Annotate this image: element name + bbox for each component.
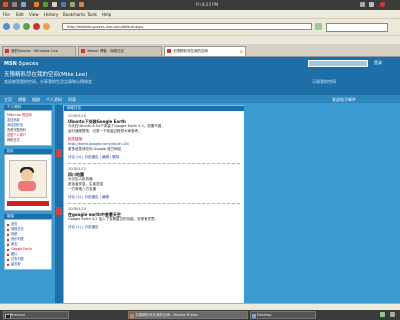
post-meta-links[interactable]: 评论 (2) | 引用通告 | 编辑 [68, 195, 240, 200]
post-extra-line: 更多信息请访问 Google 官方网站 [68, 147, 122, 151]
avatar[interactable] [9, 160, 47, 198]
list-item[interactable]: 留言板 [7, 262, 49, 267]
places-menu-icon[interactable] [12, 2, 17, 7]
taskbar-item-desktop[interactable]: Desktop [250, 311, 316, 319]
brand-spaces: Spaces [18, 61, 39, 67]
email-launcher-icon[interactable] [43, 2, 48, 7]
forward-icon[interactable] [13, 23, 20, 30]
terminal-icon [5, 313, 11, 318]
nav-home[interactable]: 主页 [4, 97, 12, 103]
subscribe-link[interactable]: 订阅我的空间 [312, 79, 336, 85]
post-body-line: Google Earth 4.2 加入了查看星空的功能，非常有意思。 [68, 217, 159, 221]
menu-edit[interactable]: Edit [16, 12, 24, 17]
brand-msn: MSN [4, 61, 17, 67]
avatar-face [21, 169, 33, 181]
files-launcher-icon[interactable] [70, 2, 75, 7]
sign-in-link[interactable]: 登录 [374, 60, 382, 66]
folder-icon [252, 313, 256, 318]
decor-block [56, 207, 62, 215]
back-icon[interactable] [3, 23, 10, 30]
tab-label: Yahoo! 博客 - 网络日志 [87, 49, 125, 53]
terminal-launcher-icon[interactable] [61, 2, 66, 7]
menu-history[interactable]: History [44, 12, 58, 17]
tab-favicon-icon [167, 49, 171, 53]
post-meta-links[interactable]: 评论 (0) | 引用通告 | 编辑 | 删除 [68, 155, 240, 160]
blog-subtitle: 欢迎来到我的空间，分享我的生活点滴和心得体会 [4, 79, 92, 84]
nav-lists[interactable]: 列表 [68, 97, 76, 103]
network-icon[interactable] [360, 2, 365, 7]
tab-label: 无限精彩尽在我的空间 [173, 49, 208, 53]
site-header: MSN Spaces 登录 无限精彩尽在我的空间(Mike Lee) 欢迎来到我… [0, 57, 400, 95]
firefox-navbar: http://mikelee.spaces.live.com/default.a… [0, 19, 400, 36]
blog-title[interactable]: 无限精彩尽在我的空间(Mike Lee) [4, 70, 87, 78]
post-separator [68, 203, 240, 204]
tab-bar: 我的Spaces - Windows Live Yahoo! 博客 - 网络日志… [0, 44, 400, 57]
nav-blog[interactable]: 博客 [18, 97, 26, 103]
tab-1[interactable]: 我的Spaces - Windows Live [2, 46, 76, 56]
photo-banner[interactable] [7, 201, 49, 206]
tab-favicon-icon [81, 49, 85, 53]
reload-icon[interactable] [23, 23, 30, 30]
nav-photos[interactable]: 相册 [32, 97, 40, 103]
menu-tools[interactable]: Tools [87, 12, 97, 17]
system-menu-icon[interactable] [21, 2, 26, 7]
right-column [244, 105, 400, 310]
taskbar-item-label: 无限精彩尽在我的空间 - Mozilla Firefox [135, 313, 199, 317]
taskbar-item-label: Desktop [257, 313, 272, 317]
menu-help[interactable]: Help [102, 12, 111, 17]
help-launcher-icon[interactable] [52, 2, 57, 7]
post-separator [68, 163, 240, 164]
post-meta-links[interactable]: 评论 (1) | 引用通告 [68, 225, 240, 230]
taskbar-item-terminal[interactable]: Terminal [3, 311, 69, 319]
volume-icon[interactable] [369, 2, 374, 7]
decor-block [56, 149, 62, 157]
stop-icon[interactable] [33, 23, 40, 30]
search-input[interactable] [326, 23, 388, 32]
firefox-statusbar [0, 303, 400, 310]
avatar-body [18, 181, 36, 191]
menu-file[interactable]: File [3, 12, 10, 17]
home-icon[interactable] [43, 23, 50, 30]
url-input[interactable]: http://mikelee.spaces.live.com/default.a… [62, 23, 312, 30]
tab-close-icon[interactable]: × [240, 48, 243, 56]
bottom-panel: Terminal 无限精彩尽在我的空间 - Mozilla Firefox De… [0, 310, 400, 320]
header-search-box[interactable] [308, 60, 368, 67]
send-email-link[interactable]: 发送电子邮件 [332, 97, 356, 103]
menu-bookmarks[interactable]: Bookmarks [63, 12, 85, 17]
blog-content: 网络日志 2008/5/16 Ubuntu下安装Google Earth 今天在… [63, 105, 245, 310]
taskbar-item-firefox[interactable]: 无限精彩尽在我的空间 - Mozilla Firefox [128, 311, 248, 319]
panel-clock[interactable]: Fri 8:23 PM [196, 2, 218, 7]
site-nav: 主页 博客 相册 个人资料 列表 发送电子邮件 [0, 95, 400, 103]
site-brand[interactable]: MSN Spaces [4, 61, 38, 67]
firefox-menubar: File Edit View History Bookmarks Tools H… [0, 10, 400, 19]
tab-2[interactable]: Yahoo! 博客 - 网络日志 [78, 46, 162, 56]
links-module: 首页 网络日志 相册 音乐列表 朋友 Google Earth 图片 日志列表 … [4, 219, 52, 270]
edit-launcher-icon[interactable] [79, 2, 84, 7]
bookmarks-toolbar [0, 36, 400, 44]
go-icon[interactable] [315, 23, 322, 30]
workspace-switcher-icon[interactable] [380, 312, 385, 317]
tab-3[interactable]: 无限精彩尽在我的空间 × [164, 46, 246, 56]
applications-menu-icon[interactable] [3, 2, 8, 7]
firefox-launcher-icon[interactable] [34, 2, 39, 7]
sidebar: 个人资料 Mike Lee 的空间 发送消息 添加到好友 查看完整资料 这是个人… [4, 105, 52, 310]
web-page: MSN Spaces 登录 无限精彩尽在我的空间(Mike Lee) 欢迎来到我… [0, 57, 400, 310]
post-body-line: 运行速度很快，记录一下安装过程供大家参考。 [68, 129, 142, 133]
nav-profile[interactable]: 个人资料 [46, 97, 62, 103]
profile-module: Mike Lee 的空间 发送消息 添加到好友 查看完整资料 这是个人简介 网络… [4, 110, 52, 146]
trash-icon[interactable] [390, 312, 395, 317]
top-panel: Fri 8:23 PM [0, 0, 400, 10]
photo-module [4, 154, 52, 211]
menu-view[interactable]: View [29, 12, 39, 17]
post-body-line: 一方有难八方支援 [68, 187, 96, 191]
tab-favicon-icon [5, 49, 9, 53]
firefox-icon [130, 313, 134, 318]
power-icon[interactable] [380, 2, 385, 7]
taskbar-item-label: Terminal [10, 313, 25, 317]
blog-link[interactable]: 网络日志 [7, 138, 49, 143]
tab-label: 我的Spaces - Windows Live [11, 49, 58, 53]
